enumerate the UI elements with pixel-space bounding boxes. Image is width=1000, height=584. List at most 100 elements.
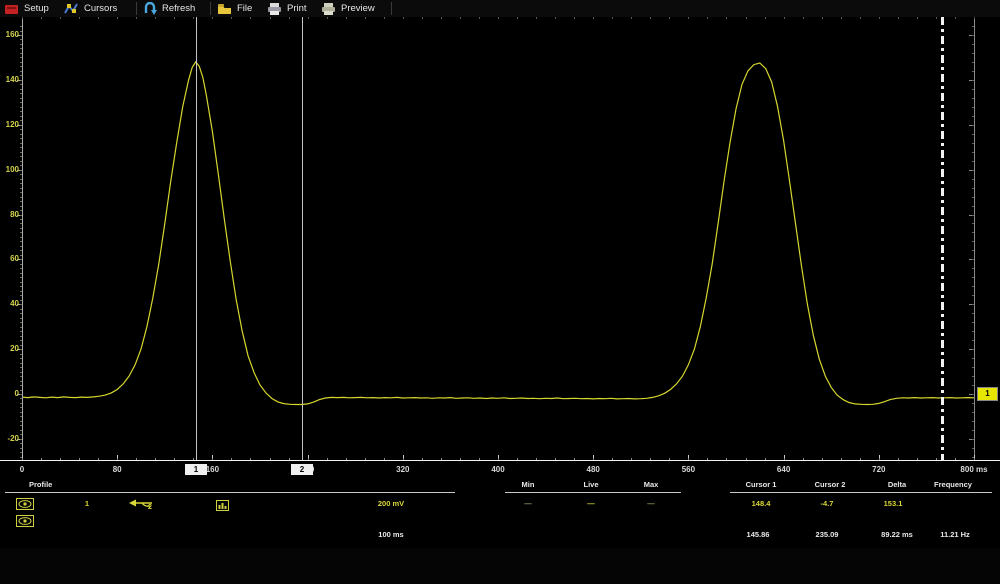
menu-separator	[391, 2, 392, 15]
menu-refresh[interactable]: Refresh	[143, 0, 195, 17]
x-minor-tick	[117, 458, 119, 460]
menu-print[interactable]: Print	[267, 0, 307, 17]
top-edge-tick	[193, 17, 195, 19]
y-minor-tick	[20, 93, 22, 95]
y-minor-tick	[20, 133, 22, 135]
y-minor-tick	[20, 385, 22, 387]
y-minor-tick	[20, 178, 22, 180]
y-minor-tick	[20, 210, 22, 211]
right-minor-tick	[972, 115, 974, 117]
menu-preview[interactable]: Preview	[321, 0, 375, 17]
y-minor-tick	[20, 223, 22, 225]
y-minor-tick	[20, 367, 22, 369]
menu-setup[interactable]: Setup	[5, 0, 49, 17]
channel1-badge[interactable]: 1	[977, 387, 998, 401]
y-minor-tick	[20, 218, 22, 220]
timebase-value[interactable]: 100 ms	[378, 530, 403, 539]
channel-range[interactable]: 200 mV	[378, 499, 404, 508]
top-edge-tick	[155, 17, 157, 19]
top-edge-tick	[974, 17, 975, 19]
x-minor-tick	[631, 458, 633, 460]
y-minor-tick	[20, 205, 22, 207]
channel1-visibility-toggle[interactable]	[15, 497, 35, 510]
eye-icon	[16, 514, 34, 527]
top-edge-tick	[269, 17, 271, 19]
frequency-value: 11.21 Hz	[940, 530, 970, 539]
y-minor-tick	[20, 160, 22, 162]
y-minor-tick	[20, 142, 22, 144]
right-minor-tick	[972, 169, 974, 171]
top-edge-tick	[859, 17, 861, 19]
y-minor-tick	[20, 79, 22, 81]
x-minor-tick	[840, 458, 842, 460]
y-minor-tick	[20, 344, 22, 346]
y-minor-tick	[20, 84, 22, 86]
right-minor-tick	[972, 385, 974, 387]
x-minor-tick	[212, 458, 214, 460]
x-minor-tick	[231, 458, 233, 460]
x-tick-label: 720	[872, 465, 886, 474]
playback-toolbar: 00:09:053 x8	[0, 548, 1000, 584]
y-minor-tick	[20, 295, 22, 297]
x-tick-label: 80	[112, 465, 122, 474]
right-minor-tick	[972, 133, 974, 135]
y-minor-tick	[20, 187, 22, 189]
plot-area[interactable]	[0, 17, 1000, 460]
y-minor-tick	[20, 165, 22, 167]
right-minor-tick	[972, 88, 974, 90]
menu-separator	[136, 2, 137, 15]
y-minor-tick	[20, 30, 22, 32]
menu-print-label: Print	[287, 3, 307, 14]
cursor1-line[interactable]	[196, 17, 197, 460]
right-minor-tick	[972, 70, 974, 72]
right-minor-tick	[972, 196, 974, 198]
cursor2-line[interactable]	[302, 17, 303, 460]
y-minor-tick	[20, 183, 22, 185]
y-minor-tick	[20, 362, 22, 364]
x-minor-tick	[498, 458, 499, 460]
y-minor-tick	[20, 61, 22, 63]
y-minor-tick	[20, 286, 22, 288]
top-edge-tick	[821, 17, 823, 19]
top-edge-tick	[783, 17, 785, 19]
top-edge-tick	[459, 17, 461, 19]
right-minor-tick	[972, 429, 974, 431]
top-edge-tick	[574, 17, 576, 19]
top-edge-tick	[307, 17, 309, 19]
top-edge-tick	[498, 17, 499, 19]
delta-value: 153.1	[883, 499, 903, 508]
top-edge-tick	[593, 17, 595, 19]
right-minor-tick	[972, 52, 974, 54]
top-edge-tick	[935, 17, 937, 19]
probe-icon[interactable]: 2	[128, 497, 154, 515]
x-minor-tick	[536, 458, 538, 460]
cursor2-badge[interactable]: 2	[291, 464, 313, 475]
top-edge-tick	[288, 17, 290, 19]
min-header: Min	[521, 480, 535, 489]
x-minor-tick	[364, 458, 366, 460]
x-minor-tick	[802, 458, 804, 460]
y-minor-tick	[20, 115, 22, 117]
live-header: Live	[583, 480, 599, 489]
top-edge-tick	[421, 17, 423, 19]
top-edge-tick	[878, 17, 880, 19]
y-minor-tick	[20, 26, 22, 28]
channel2-visibility-toggle[interactable]	[15, 514, 35, 527]
cursor1-badge[interactable]: 1	[185, 464, 207, 475]
y-minor-tick	[20, 353, 22, 355]
y-minor-tick	[20, 416, 22, 418]
scale-icon[interactable]	[216, 498, 229, 516]
y-minor-tick	[20, 290, 22, 292]
min-value: —	[524, 499, 532, 508]
top-edge-tick	[745, 17, 747, 19]
top-edge-tick	[954, 17, 956, 19]
menu-file[interactable]: File	[217, 0, 252, 17]
menu-cursors[interactable]: Cursors	[64, 0, 117, 17]
top-edge-tick	[98, 17, 100, 19]
x-minor-tick	[60, 458, 62, 460]
right-minor-tick	[972, 178, 974, 180]
x-minor-tick	[22, 458, 23, 460]
position-marker-line[interactable]	[941, 17, 944, 460]
top-edge-tick	[764, 17, 766, 19]
y-minor-tick	[20, 331, 22, 333]
